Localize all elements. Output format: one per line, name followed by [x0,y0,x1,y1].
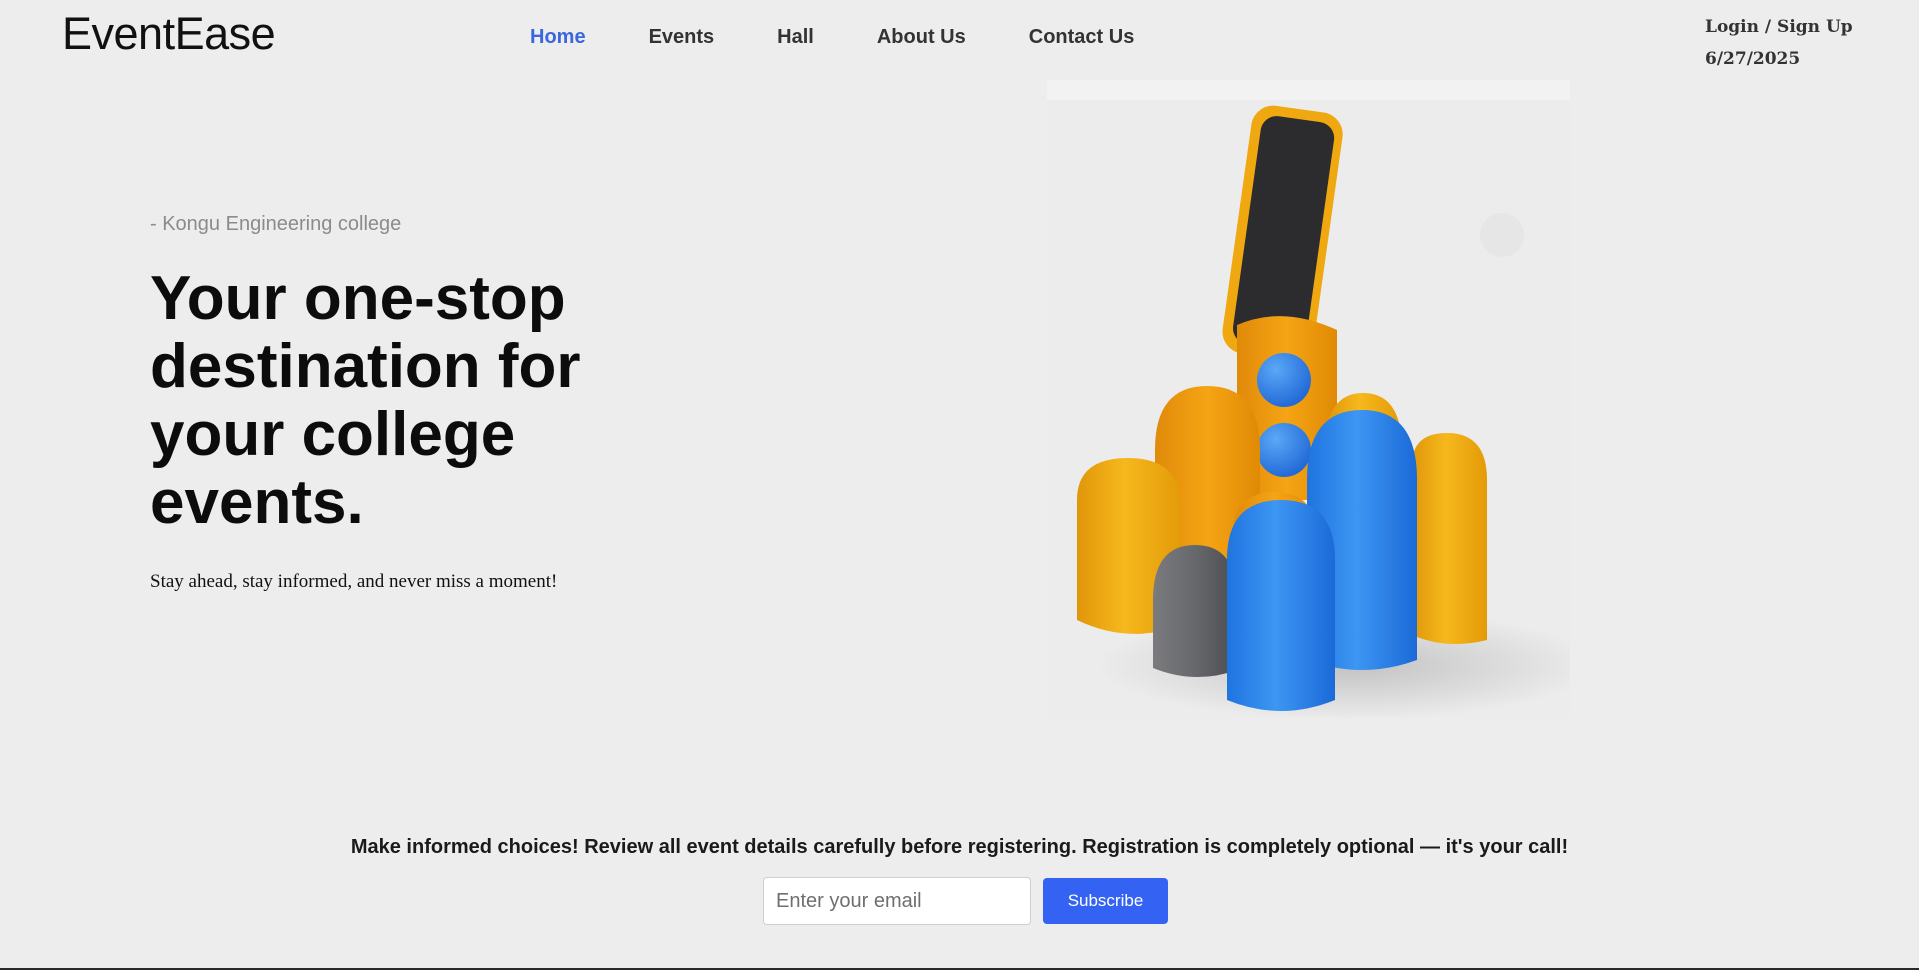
hero-headline: Your one-stop destination for your colle… [150,264,581,537]
subscribe-form: Subscribe [763,877,1168,925]
nav-contact-us[interactable]: Contact Us [1029,26,1135,49]
registration-notice: Make informed choices! Review all event … [350,836,1569,858]
email-input[interactable] [763,877,1031,925]
site-logo[interactable]: EventEase [62,8,276,60]
nav-hall[interactable]: Hall [777,26,814,49]
nav-events[interactable]: Events [649,26,715,49]
nav-home[interactable]: Home [530,26,586,49]
user-box: Login / Sign Up 6/27/2025 [1705,11,1853,75]
subscribe-button[interactable]: Subscribe [1043,878,1168,924]
page: EventEase Home Events Hall About Us Cont… [0,0,1919,970]
hero-subtext: Stay ahead, stay informed, and never mis… [150,571,558,592]
nav-about-us[interactable]: About Us [877,26,966,49]
main-nav: Home Events Hall About Us Contact Us [530,26,1197,49]
login-signup-link[interactable]: Login / Sign Up [1705,11,1853,43]
phone-with-3d-shapes-illustration [1047,80,1570,718]
current-date: 6/27/2025 [1705,49,1801,69]
hero-kicker: - Kongu Engineering college [150,213,402,235]
